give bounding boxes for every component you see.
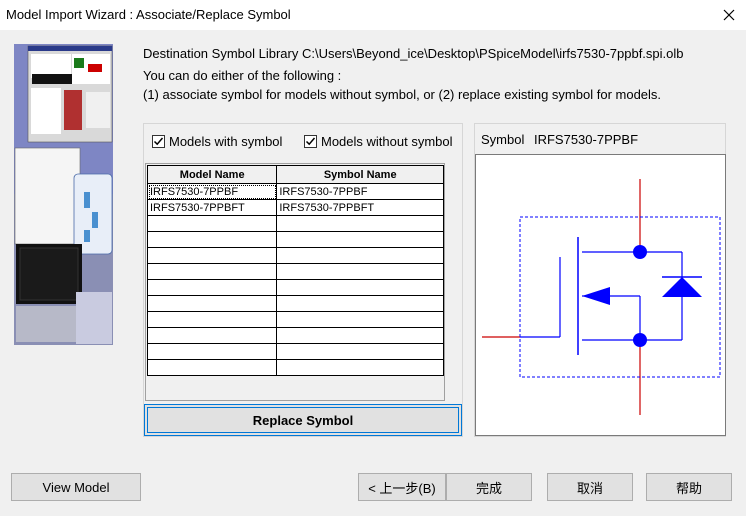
empty-row[interactable] xyxy=(146,215,444,232)
table-header-row: Model Name Symbol Name xyxy=(146,165,444,184)
models-without-symbol-label: Models without symbol xyxy=(321,134,453,149)
empty-cell[interactable] xyxy=(146,231,278,248)
view-model-button[interactable]: View Model xyxy=(11,473,141,501)
empty-cell[interactable] xyxy=(146,343,278,360)
close-icon xyxy=(723,9,735,21)
symbol-name-cell[interactable]: IRFS7530-7PPBF xyxy=(276,183,444,200)
empty-row[interactable] xyxy=(146,279,444,296)
symbol-canvas xyxy=(475,154,726,436)
model-name-cell[interactable]: IRFS7530-7PPBF xyxy=(146,183,278,200)
empty-cell[interactable] xyxy=(276,359,444,376)
empty-cell[interactable] xyxy=(276,279,444,296)
back-button[interactable]: < 上一步(B) xyxy=(358,473,446,501)
empty-cell[interactable] xyxy=(146,327,278,344)
empty-cell[interactable] xyxy=(276,263,444,280)
empty-cell[interactable] xyxy=(276,231,444,248)
empty-cell[interactable] xyxy=(146,311,278,328)
table-row[interactable]: IRFS7530-7PPBF IRFS7530-7PPBF xyxy=(146,183,444,200)
empty-cell[interactable] xyxy=(146,263,278,280)
symbol-label: Symbol xyxy=(481,132,525,147)
empty-row[interactable] xyxy=(146,263,444,280)
empty-row[interactable] xyxy=(146,311,444,328)
back-label: < 上一步(B) xyxy=(368,480,436,496)
symbol-name: IRFS7530-7PPBF xyxy=(533,132,639,147)
table-row[interactable]: IRFS7530-7PPBFT IRFS7530-7PPBFT xyxy=(146,199,444,216)
model-grid[interactable]: Model Name Symbol Name IRFS7530-7PPBF IR… xyxy=(145,163,445,401)
models-with-symbol-checkbox[interactable]: Models with symbol xyxy=(152,134,282,149)
empty-row[interactable] xyxy=(146,327,444,344)
symbol-header: Symbol IRFS7530-7PPBF xyxy=(481,132,638,147)
empty-cell[interactable] xyxy=(276,327,444,344)
empty-row[interactable] xyxy=(146,343,444,360)
empty-row[interactable] xyxy=(146,247,444,264)
checkbox-checked-icon[interactable] xyxy=(152,135,165,148)
models-with-symbol-label: Models with symbol xyxy=(169,134,283,149)
help-button[interactable]: 帮助 xyxy=(646,473,732,501)
replace-symbol-button[interactable]: Replace Symbol xyxy=(144,404,462,436)
mosfet-symbol xyxy=(482,179,721,415)
empty-cell[interactable] xyxy=(146,359,278,376)
models-panel: Models with symbol Models without symbol… xyxy=(143,123,463,437)
cancel-button[interactable]: 取消 xyxy=(547,473,633,501)
empty-cell[interactable] xyxy=(276,295,444,312)
models-without-symbol-checkbox[interactable]: Models without symbol xyxy=(304,134,453,149)
focus-ring xyxy=(147,407,459,433)
help-label: 帮助 xyxy=(675,480,702,496)
empty-row[interactable] xyxy=(146,295,444,312)
dialog-body: Destination Symbol Library C:\Users\Beyo… xyxy=(0,30,746,516)
empty-cell[interactable] xyxy=(146,247,278,264)
finish-button[interactable]: 完成 xyxy=(446,473,532,501)
empty-cell[interactable] xyxy=(146,215,278,232)
empty-cell[interactable] xyxy=(276,247,444,264)
window-title: Model Import Wizard : Associate/Replace … xyxy=(6,7,291,22)
view-model-label: View Model xyxy=(42,479,110,495)
model-name-cell[interactable]: IRFS7530-7PPBFT xyxy=(146,199,278,216)
wizard-illustration xyxy=(14,44,113,345)
empty-cell[interactable] xyxy=(146,295,278,312)
empty-row[interactable] xyxy=(146,231,444,248)
checkbox-checked-icon[interactable] xyxy=(304,135,317,148)
instruction-text-1: You can do either of the following : xyxy=(143,68,342,83)
column-header-symbol-name[interactable]: Symbol Name xyxy=(276,165,444,184)
instruction-text-2: (1) associate symbol for models without … xyxy=(143,87,662,102)
destination-library-text: Destination Symbol Library C:\Users\Beyo… xyxy=(143,46,684,61)
model-table: Model Name Symbol Name IRFS7530-7PPBF IR… xyxy=(146,165,444,376)
title-bar: Model Import Wizard : Associate/Replace … xyxy=(0,0,746,30)
empty-cell[interactable] xyxy=(276,215,444,232)
empty-cell[interactable] xyxy=(276,311,444,328)
empty-row[interactable] xyxy=(146,359,444,376)
cancel-label: 取消 xyxy=(576,480,603,496)
empty-cell[interactable] xyxy=(276,343,444,360)
finish-label: 完成 xyxy=(475,480,502,496)
symbol-name-cell[interactable]: IRFS7530-7PPBFT xyxy=(276,199,444,216)
empty-cell[interactable] xyxy=(146,279,278,296)
close-button[interactable] xyxy=(712,0,746,30)
column-header-model-name[interactable]: Model Name xyxy=(146,165,278,184)
symbol-preview-panel: Symbol IRFS7530-7PPBF xyxy=(474,123,726,437)
